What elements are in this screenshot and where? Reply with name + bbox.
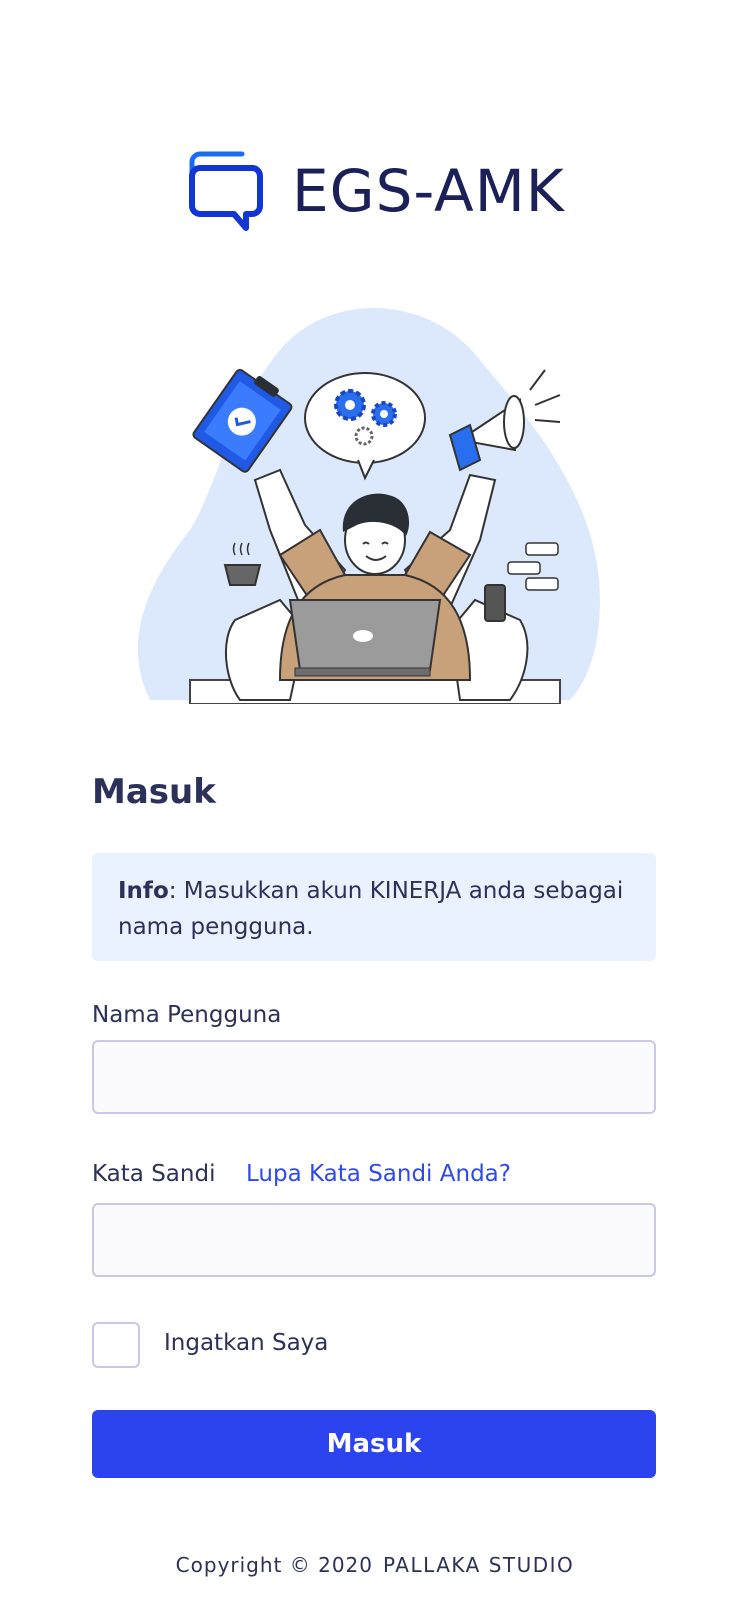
footer: Copyright © 2020 PALLAKA STUDIO — [0, 1553, 750, 1577]
app-logo: EGS-AMK — [180, 146, 580, 236]
copyright-text: Copyright © 2020 — [175, 1553, 374, 1577]
remember-me-label: Ingatkan Saya — [164, 1330, 329, 1356]
username-input[interactable] — [92, 1040, 656, 1114]
info-text: : Masukkan akun KINERJA anda sebagai nam… — [118, 878, 624, 940]
login-button[interactable]: Masuk — [92, 1410, 656, 1478]
studio-name: PALLAKA STUDIO — [383, 1553, 575, 1577]
password-input[interactable] — [92, 1203, 656, 1277]
remember-me-checkbox[interactable] — [92, 1322, 140, 1368]
multitasking-person-illustration — [130, 300, 620, 704]
chat-bubble-icon — [189, 151, 263, 231]
info-label: Info — [118, 878, 169, 904]
info-alert: Info: Masukkan akun KINERJA anda sebagai… — [92, 853, 656, 961]
forgot-password-link[interactable]: Lupa Kata Sandi Anda? — [246, 1161, 511, 1187]
username-label: Nama Pengguna — [92, 1002, 282, 1028]
password-label: Kata Sandi — [92, 1161, 216, 1187]
app-name: EGS-AMK — [292, 157, 565, 225]
page-title: Masuk — [92, 772, 216, 812]
